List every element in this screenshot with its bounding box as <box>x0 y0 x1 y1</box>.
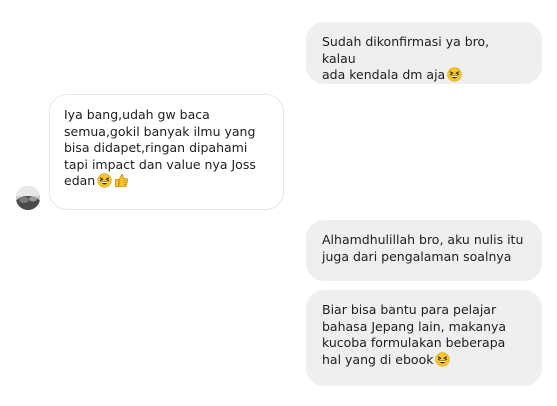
message-text-line: Biar bisa bantu para pelajar <box>322 302 497 317</box>
message-text-line: edan <box>64 173 96 188</box>
message-text-line: kucoba formulakan beberapa <box>322 335 506 350</box>
message-bubble-outgoing: Alhamdhulillah bro, aku nulis itu juga d… <box>306 220 542 281</box>
message-text-line: Iya bang,udah gw baca <box>64 107 210 122</box>
message-text-line: juga dari pengalaman soalnya <box>322 248 512 264</box>
profile-photo-icon <box>16 186 40 210</box>
grinning-squint-emoji-icon <box>435 351 451 372</box>
grinning-squint-emoji-icon <box>447 67 462 87</box>
message-text-line: bisa didapet,ringan dipahami <box>64 140 248 155</box>
thumbs-up-emoji-icon <box>114 173 129 193</box>
message-text-line: Sudah dikonfirmasi ya bro, kalau <box>322 34 490 66</box>
grinning-squint-emoji-icon <box>97 173 112 193</box>
avatar[interactable] <box>16 186 40 210</box>
message-bubble-outgoing: Sudah dikonfirmasi ya bro, kalau ada ken… <box>306 22 542 84</box>
message-text-line: hal yang di ebook <box>322 351 434 367</box>
message-bubble-incoming: Iya bang,udah gw baca semua,gokil banyak… <box>49 94 284 210</box>
message-text-line: ada kendala dm aja <box>322 67 446 82</box>
message-bubble-outgoing: Biar bisa bantu para pelajar bahasa Jepa… <box>306 290 542 386</box>
message-text-line: bahasa Jepang lain, makanya <box>322 318 507 334</box>
message-text-line: semua,gokil banyak ilmu yang <box>64 123 256 139</box>
message-text-line: Alhamdhulillah bro, aku nulis itu <box>322 232 524 247</box>
message-text-line: tapi impact dan value nya Joss <box>64 156 256 172</box>
